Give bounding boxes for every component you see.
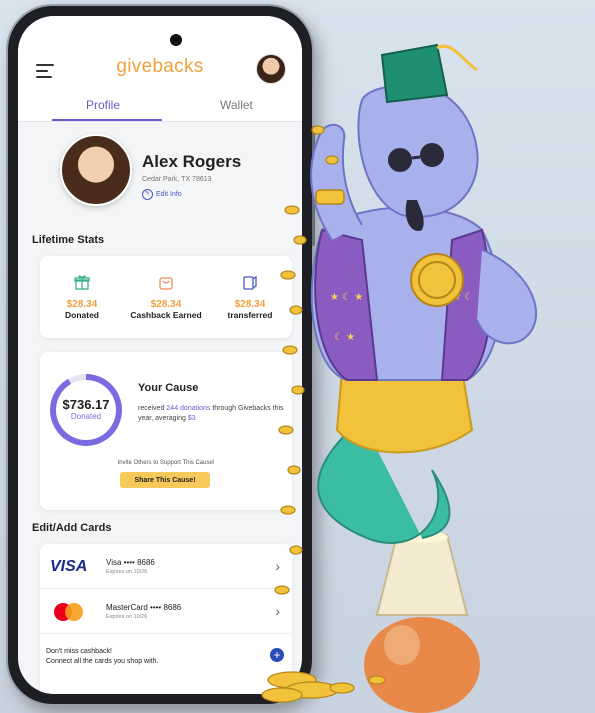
cause-amount: $736.17 <box>62 397 110 412</box>
tab-wallet[interactable]: Wallet <box>220 98 253 112</box>
profile-location: Cedar Park, TX 78613 <box>142 176 212 183</box>
genie-belt <box>335 369 474 454</box>
cause-amount-label: Donated <box>70 412 102 421</box>
cashback-subtext: Connect all the cards you shop with. <box>46 658 159 665</box>
stat-donated: $28.34 Donated <box>40 256 124 320</box>
profile-photo <box>60 134 132 206</box>
stat-cashback: $28.34 Cashback Earned <box>124 256 208 320</box>
lamp-base <box>364 617 480 713</box>
genie-left-arm <box>310 123 363 241</box>
cause-donation-count: 244 donations <box>166 405 211 412</box>
visa-logo: VISA <box>50 558 88 575</box>
svg-text:★ ☾ ★: ★ ☾ ★ <box>330 292 363 303</box>
cashback-prompt: Don't miss cashback! <box>46 648 112 655</box>
camera-dot <box>170 34 182 46</box>
lamp-shade <box>375 534 469 616</box>
edit-cards-title: Edit/Add Cards <box>32 522 112 534</box>
card-expiry: Expires on 10/26 <box>106 614 148 620</box>
donation-progress-ring: $736.17 Donated <box>50 374 122 446</box>
stat-value: $28.34 <box>66 299 98 310</box>
cause-average: $3 <box>187 415 196 422</box>
shopping-bag-icon <box>159 277 173 290</box>
stat-label: Donated <box>65 310 99 320</box>
svg-text:☾ ★: ☾ ★ <box>334 332 355 343</box>
card-name: MasterCard •••• 8686 <box>106 603 182 612</box>
edit-pencil-icon: ✎ <box>142 189 153 200</box>
card-expiry: Expires on 10/26 <box>106 569 148 575</box>
genie-glasses <box>388 148 412 172</box>
genie-mascot-illustration: ★ ☾ ★ ☾ ★ ★ ☾ <box>261 43 538 713</box>
card-name: Visa •••• 8686 <box>106 558 155 567</box>
lifetime-stats-title: Lifetime Stats <box>32 234 105 246</box>
genie-right-arm <box>476 249 538 345</box>
profile-name: Alex Rogers <box>142 152 242 171</box>
genie-head <box>357 83 479 218</box>
stat-label: Cashback Earned <box>130 310 202 320</box>
edit-info-link[interactable]: ✎ Edit Info <box>142 189 182 200</box>
stat-value: $28.34 <box>150 299 182 310</box>
edit-info-label: Edit Info <box>156 191 182 198</box>
cause-title: Your Cause <box>138 382 199 394</box>
share-cause-button[interactable]: Share This Cause! <box>120 472 210 488</box>
tab-profile[interactable]: Profile <box>86 98 120 112</box>
cause-text-part: received <box>138 405 167 412</box>
gift-icon <box>74 275 90 290</box>
mastercard-logo <box>54 603 84 621</box>
genie-fez <box>380 43 449 104</box>
